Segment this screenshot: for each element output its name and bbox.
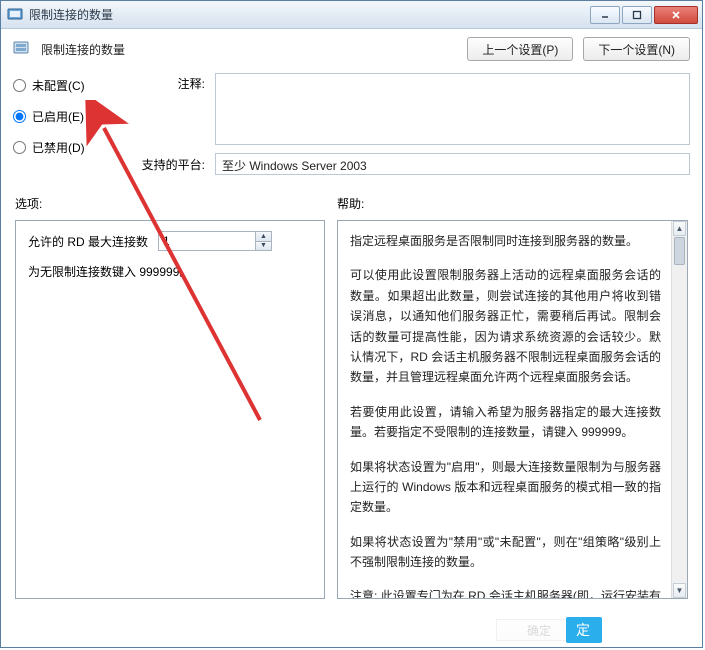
help-text: 指定远程桌面服务是否限制同时连接到服务器的数量。 可以使用此设置限制服务器上活动… <box>350 231 667 599</box>
help-panel: 指定远程桌面服务是否限制同时连接到服务器的数量。 可以使用此设置限制服务器上活动… <box>337 220 688 599</box>
comment-textarea[interactable] <box>215 73 690 145</box>
radio-enabled-input[interactable] <box>13 110 26 123</box>
options-header: 选项: <box>15 195 337 212</box>
scroll-down-button[interactable]: ▼ <box>673 583 686 598</box>
prev-setting-button[interactable]: 上一个设置(P) <box>467 37 573 61</box>
state-radio-group: 未配置(C) 已启用(E) 已禁用(D) <box>13 73 123 175</box>
help-p1: 指定远程桌面服务是否限制同时连接到服务器的数量。 <box>350 231 661 251</box>
max-conn-label: 允许的 RD 最大连接数 <box>28 233 148 250</box>
max-conn-input[interactable] <box>159 232 255 250</box>
window-title: 限制连接的数量 <box>29 6 590 23</box>
max-conn-hint: 为无限制连接数键入 999999。 <box>28 263 312 280</box>
radio-not-configured[interactable]: 未配置(C) <box>13 77 123 94</box>
platform-value: 至少 Windows Server 2003 <box>215 153 690 175</box>
panel-headers: 选项: 帮助: <box>1 183 702 218</box>
radio-enabled-label: 已启用(E) <box>32 108 84 125</box>
watermark-badge: 定 <box>566 617 602 643</box>
comment-row: 注释: <box>137 73 690 145</box>
comment-label: 注释: <box>137 73 205 145</box>
next-setting-button[interactable]: 下一个设置(N) <box>583 37 690 61</box>
max-conn-spinner: ▲ ▼ <box>158 231 272 251</box>
scroll-thumb[interactable] <box>674 237 685 265</box>
close-button[interactable] <box>654 6 698 24</box>
toolbar-title: 限制连接的数量 <box>41 41 457 58</box>
options-panel: 允许的 RD 最大连接数 ▲ ▼ 为无限制连接数键入 999999。 <box>15 220 325 599</box>
policy-icon <box>13 40 31 58</box>
minimize-button[interactable] <box>590 6 620 24</box>
platform-row: 支持的平台: 至少 Windows Server 2003 <box>137 153 690 175</box>
scroll-up-button[interactable]: ▲ <box>673 221 686 236</box>
help-p4: 如果将状态设置为"启用"，则最大连接数量限制为与服务器上运行的 Windows … <box>350 457 661 518</box>
help-p5: 如果将状态设置为"禁用"或"未配置"，则在"组策略"级别上不强制限制连接的数量。 <box>350 532 661 573</box>
spinner-down[interactable]: ▼ <box>256 241 271 251</box>
titlebar: 限制连接的数量 <box>1 1 702 29</box>
spinner-up[interactable]: ▲ <box>256 232 271 241</box>
upper-section: 未配置(C) 已启用(E) 已禁用(D) 注释: 支持的平台: 至少 Windo… <box>1 67 702 183</box>
bottom-bar: 确定 定 <box>1 609 702 647</box>
toolbar: 限制连接的数量 上一个设置(P) 下一个设置(N) <box>1 29 702 67</box>
max-conn-row: 允许的 RD 最大连接数 ▲ ▼ <box>28 231 312 251</box>
radio-disabled[interactable]: 已禁用(D) <box>13 139 123 156</box>
radio-not-configured-input[interactable] <box>13 79 26 92</box>
radio-enabled[interactable]: 已启用(E) <box>13 108 123 125</box>
help-p3: 若要使用此设置，请输入希望为服务器指定的最大连接数量。若要指定不受限制的连接数量… <box>350 402 661 443</box>
radio-not-configured-label: 未配置(C) <box>32 77 85 94</box>
help-p2: 可以使用此设置限制服务器上活动的远程桌面服务会话的数量。如果超出此数量，则尝试连… <box>350 265 661 387</box>
radio-disabled-input[interactable] <box>13 141 26 154</box>
help-header: 帮助: <box>337 195 364 212</box>
help-p6: 注意: 此设置专门为在 RD 会话主机服务器(即，运行安装有远程桌 <box>350 586 661 599</box>
panels: 允许的 RD 最大连接数 ▲ ▼ 为无限制连接数键入 999999。 指定远程桌… <box>1 218 702 609</box>
help-scrollbar[interactable]: ▲ ▼ <box>671 221 687 598</box>
maximize-button[interactable] <box>622 6 652 24</box>
platform-label: 支持的平台: <box>137 156 205 173</box>
window-buttons <box>590 6 698 24</box>
comment-column: 注释: 支持的平台: 至少 Windows Server 2003 <box>137 73 690 175</box>
policy-editor-window: 限制连接的数量 限制连接的数量 上一个设置(P) 下一个设置(N) <box>0 0 703 648</box>
radio-disabled-label: 已禁用(D) <box>32 139 85 156</box>
app-icon <box>7 7 23 23</box>
